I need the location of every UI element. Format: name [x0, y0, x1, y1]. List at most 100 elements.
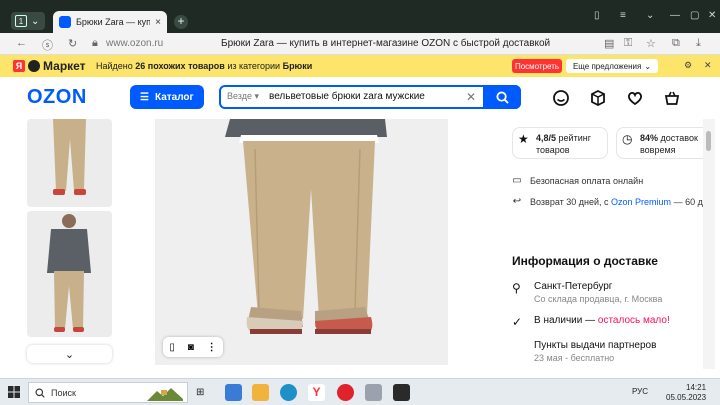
- thumbnails-scroll-down-button[interactable]: ⌄: [27, 345, 112, 363]
- tab-counter[interactable]: 1 ⌄: [11, 12, 45, 30]
- edge-browser-icon[interactable]: [280, 384, 297, 401]
- app-icon[interactable]: [393, 384, 410, 401]
- stock-text: В наличии — осталось мало!: [534, 315, 670, 329]
- app-icon[interactable]: [365, 384, 382, 401]
- tab-title: Брюки Zara — купить в...: [76, 17, 151, 27]
- scrollbar-thumb[interactable]: [706, 131, 711, 151]
- new-tab-button[interactable]: +: [174, 15, 188, 29]
- search-box: Везде ▾ вельветовые брюки zara мужские ✕: [219, 85, 521, 109]
- image-toolbar: ▯ ◙ ⋮: [163, 337, 223, 357]
- taskbar-clock[interactable]: 14:21 05.05.2023: [666, 383, 706, 403]
- pickup-label: Пункты выдачи партнеров: [534, 340, 657, 351]
- thumbnail-image[interactable]: [27, 211, 112, 337]
- chevron-down-icon: ⌄: [64, 348, 75, 361]
- windows-start-icon[interactable]: [8, 386, 20, 398]
- card-payment-icon: ▭: [512, 175, 522, 186]
- rating-card[interactable]: ★ 4,8/5 рейтинг товаров: [512, 127, 608, 159]
- lock-icon: 🔒︎: [92, 37, 98, 49]
- taskbar-search-label: Поиск: [51, 387, 76, 398]
- rating-label1: рейтинг: [556, 133, 591, 143]
- search-scope-dropdown[interactable]: Везде ▾: [227, 91, 259, 102]
- file-explorer-icon[interactable]: [252, 384, 269, 401]
- opera-browser-icon[interactable]: [337, 384, 354, 401]
- yandex-browser-icon[interactable]: Y: [308, 384, 325, 401]
- minimize-icon[interactable]: —: [670, 10, 680, 21]
- download-icon[interactable]: ⤓: [696, 37, 701, 50]
- settings-icon[interactable]: ⚙: [684, 60, 692, 71]
- search-icon: [495, 90, 509, 104]
- view-offers-button[interactable]: Посмотреть: [512, 59, 562, 73]
- close-tab-icon[interactable]: ×: [155, 17, 161, 28]
- pickup-icon: [512, 340, 526, 363]
- more-options-icon[interactable]: ⋮: [207, 342, 217, 353]
- rating-label2: товаров: [536, 145, 570, 155]
- delivery-city-row[interactable]: ⚲ Санкт-Петербург Со склада продавца, г.…: [512, 281, 662, 304]
- browser-titlebar: 1 ⌄ Брюки Zara — купить в... × + ▯ ≡ ⌄ —…: [0, 0, 720, 33]
- favorites-heart-icon[interactable]: [626, 89, 644, 107]
- on-time-percent: 84%: [640, 133, 659, 143]
- delivery-info-heading: Информация о доставке: [512, 254, 658, 268]
- extensions-icon[interactable]: ⧉: [672, 37, 680, 50]
- ozon-header: OZON ☰ Каталог Везде ▾ вельветовые брюки…: [0, 77, 720, 119]
- on-time-label1: доставок: [658, 133, 698, 143]
- search-input[interactable]: вельветовые брюки zara мужские: [269, 91, 425, 102]
- delivery-city-sub: Со склада продавца, г. Москва: [534, 294, 663, 304]
- cart-basket-icon[interactable]: [663, 89, 681, 107]
- pickup-date: 23 мая - бесплатно: [534, 353, 615, 363]
- scope-label: Везде: [227, 91, 252, 101]
- reader-mode-icon[interactable]: ▤: [604, 37, 614, 50]
- on-time-delivery-card[interactable]: ◷ 84% доставок вовремя: [616, 127, 712, 159]
- minimize-collapse-icon[interactable]: ⌄: [646, 10, 654, 21]
- stock-low-text: осталось мало!: [597, 315, 670, 326]
- found-count: 26 похожих товаров: [135, 61, 225, 71]
- address-bar: ← ⓢ ↻ 🔒︎ www.ozon.ru Брюки Zara — купить…: [0, 33, 720, 55]
- page-scrollbar[interactable]: [703, 119, 715, 369]
- bookmark-icon[interactable]: ▯: [169, 342, 175, 353]
- orders-box-icon[interactable]: [589, 89, 607, 107]
- main-product-image[interactable]: [155, 119, 448, 365]
- secure-payment-row: ▭ Безопасная оплата онлайн: [510, 175, 643, 186]
- search-button[interactable]: [483, 85, 521, 109]
- product-info-panel: ★ 4,8/5 рейтинг товаров ◷ 84% доставок вов…: [500, 119, 720, 369]
- yandex-home-icon[interactable]: ⓢ: [42, 37, 53, 53]
- close-bar-icon[interactable]: ✕: [704, 60, 712, 71]
- bookmark-icon[interactable]: ▯: [594, 10, 600, 21]
- taskbar-search[interactable]: Поиск: [28, 382, 188, 403]
- back-arrow-icon[interactable]: ←: [16, 37, 27, 49]
- ozon-premium-link[interactable]: Ozon Premium: [611, 197, 671, 207]
- menu-icon[interactable]: ≡: [620, 10, 626, 21]
- more-offers-button[interactable]: Еще предложения ⌄: [566, 59, 658, 73]
- market-brand: Маркет: [43, 59, 86, 73]
- clock-time: 14:21: [686, 383, 707, 392]
- star-icon: ★: [518, 132, 529, 146]
- market-logo[interactable]: Я Маркет: [13, 59, 86, 73]
- rating-value: 4,8/5: [536, 133, 557, 143]
- close-window-icon[interactable]: ✕: [708, 10, 716, 21]
- thumbnail-image[interactable]: [27, 119, 112, 207]
- url-text[interactable]: www.ozon.ru: [106, 38, 163, 49]
- language-indicator[interactable]: РУС: [632, 387, 648, 396]
- bookmark-add-icon[interactable]: ☆: [646, 37, 656, 50]
- rating-text: 4,8/5 рейтинг товаров: [536, 132, 591, 156]
- return-arrow-icon: ↩: [512, 196, 522, 207]
- profile-smile-icon[interactable]: [552, 89, 570, 107]
- widgets-app-icon[interactable]: [225, 384, 242, 401]
- catalog-button[interactable]: ☰ Каталог: [130, 85, 204, 109]
- check-circle-icon: ✓: [512, 315, 523, 329]
- task-view-icon[interactable]: ⊞: [196, 387, 204, 398]
- ozon-logo[interactable]: OZON: [27, 86, 87, 109]
- maximize-icon[interactable]: ▢: [690, 10, 699, 21]
- catalog-label: Каталог: [154, 91, 194, 103]
- protect-icon[interactable]: ⚿: [624, 37, 632, 50]
- refresh-icon[interactable]: ↻: [68, 37, 77, 50]
- camera-icon[interactable]: ◙: [188, 342, 194, 353]
- return-prefix: Возврат 30 дней, с: [530, 196, 612, 207]
- pickup-row[interactable]: Пункты выдачи партнеров 23 мая - бесплат…: [512, 340, 656, 363]
- clock-icon: ◷: [622, 132, 633, 146]
- market-advisor-bar: Я Маркет Найдено 26 похожих товаров из к…: [0, 55, 720, 77]
- location-pin-icon: ⚲: [512, 281, 521, 295]
- secure-payment-text: Безопасная оплата онлайн: [530, 175, 644, 186]
- browser-tab[interactable]: Брюки Zara — купить в... ×: [53, 11, 167, 33]
- clear-search-icon[interactable]: ✕: [466, 90, 476, 104]
- stock-row: ✓ В наличии — осталось мало!: [512, 315, 670, 329]
